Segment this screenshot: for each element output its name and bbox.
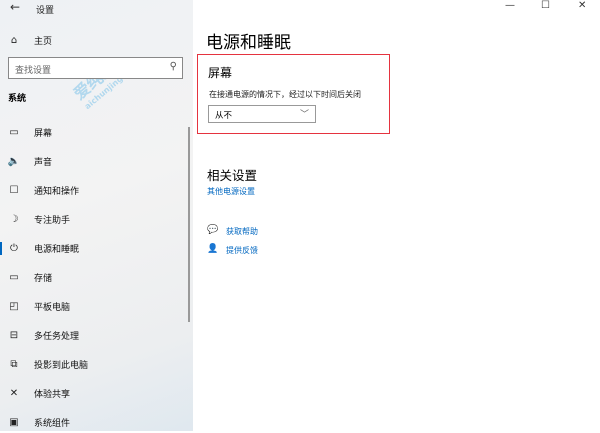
sidebar-item-label: 通知和操作 xyxy=(34,186,80,197)
sidebar: 爱纯净 aichunjing.com ← 设置 ⌂ 主页 查找设置 ⚲ 系统 ▭ 屏幕 🔈… xyxy=(0,0,193,431)
scrollbar[interactable] xyxy=(188,127,190,322)
sidebar-item-0[interactable]: ▭ 屏幕 xyxy=(0,121,190,143)
search-icon: ⚲ xyxy=(169,61,177,72)
minimize-button[interactable]: — xyxy=(505,0,515,11)
sidebar-item-label: 投影到此电脑 xyxy=(34,360,89,371)
sidebar-item-8[interactable]: ⧉ 投影到此电脑 xyxy=(0,353,190,375)
sidebar-item-9[interactable]: ✕ 体验共享 xyxy=(0,382,190,404)
sidebar-item-icon: 🔈 xyxy=(7,155,21,167)
sidebar-item-6[interactable]: ◰ 平板电脑 xyxy=(0,295,190,317)
back-button[interactable]: ← xyxy=(10,0,20,14)
sidebar-item-label: 电源和睡眠 xyxy=(34,244,80,255)
home-label: 主页 xyxy=(34,36,53,47)
related-settings-heading: 相关设置 xyxy=(207,168,258,183)
feedback-link[interactable]: 提供反馈 xyxy=(226,245,258,256)
sidebar-item-label: 声音 xyxy=(34,157,53,168)
chevron-down-icon: ﹀ xyxy=(299,110,309,120)
screen-heading: 屏幕 xyxy=(208,66,233,80)
app-title: 设置 xyxy=(36,6,55,16)
sidebar-item-3[interactable]: ☽ 专注助手 xyxy=(0,208,190,230)
sidebar-item-icon: ▭ xyxy=(9,271,19,283)
sidebar-item-icon: ⏻ xyxy=(10,242,18,254)
other-power-settings-link[interactable]: 其他电源设置 xyxy=(207,186,255,197)
sidebar-item-icon: ✕ xyxy=(9,387,19,399)
sidebar-item-icon: ☐ xyxy=(9,184,19,196)
sidebar-item-icon: ▣ xyxy=(9,416,19,428)
feedback-icon: 👤 xyxy=(207,244,219,254)
close-button[interactable]: ✕ xyxy=(578,0,586,11)
screen-timeout-dropdown[interactable]: 从不 ﹀ xyxy=(208,105,316,123)
sidebar-item-label: 多任务处理 xyxy=(34,331,80,342)
sidebar-item-label: 系统组件 xyxy=(34,418,71,429)
sidebar-item-home[interactable]: ⌂ 主页 xyxy=(0,29,190,51)
sidebar-item-2[interactable]: ☐ 通知和操作 xyxy=(0,179,190,201)
sidebar-item-label: 平板电脑 xyxy=(34,302,71,313)
sidebar-item-label: 存储 xyxy=(34,273,53,284)
dropdown-value: 从不 xyxy=(215,111,233,121)
sidebar-item-label: 屏幕 xyxy=(34,128,53,139)
sidebar-item-10[interactable]: ▣ 系统组件 xyxy=(0,411,190,433)
section-title: 系统 xyxy=(8,94,27,104)
sidebar-item-icon: ⧉ xyxy=(10,358,18,370)
screen-description: 在接通电源的情况下，经过以下时间后关闭 xyxy=(209,90,361,99)
sidebar-item-icon: ☽ xyxy=(9,213,19,225)
home-icon: ⌂ xyxy=(10,34,18,46)
sidebar-item-label: 体验共享 xyxy=(34,389,71,400)
sidebar-item-icon: ▭ xyxy=(9,126,19,138)
sidebar-item-icon: ◰ xyxy=(9,300,19,312)
sidebar-item-7[interactable]: ⊟ 多任务处理 xyxy=(0,324,190,346)
search-placeholder: 查找设置 xyxy=(15,66,52,76)
sidebar-item-4[interactable]: ⏻ 电源和睡眠 xyxy=(0,237,190,259)
sidebar-item-label: 专注助手 xyxy=(34,215,71,226)
get-help-link[interactable]: 获取帮助 xyxy=(226,226,258,237)
help-icon: 💬 xyxy=(207,225,219,235)
sidebar-item-icon: ⊟ xyxy=(9,329,19,341)
sidebar-item-1[interactable]: 🔈 声音 xyxy=(0,150,190,172)
maximize-button[interactable]: ☐ xyxy=(541,0,550,11)
page-title: 电源和睡眠 xyxy=(206,33,291,53)
search-input[interactable]: 查找设置 ⚲ xyxy=(8,57,183,79)
sidebar-item-5[interactable]: ▭ 存储 xyxy=(0,266,190,288)
